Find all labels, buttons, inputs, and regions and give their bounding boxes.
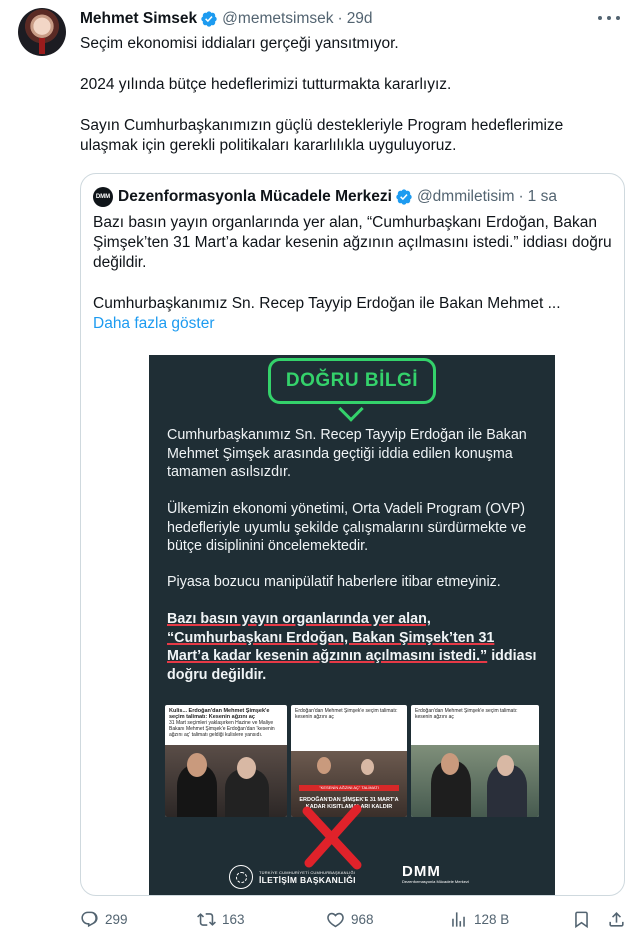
screenshot-text: Erdoğan'dan Mehmet Şimşek'e seçim talima… bbox=[415, 708, 518, 720]
iletisim-baskanligi-logo: TÜRKİYE CUMHURİYETİ CUMHURBAŞKANLIĞI İLE… bbox=[229, 865, 356, 889]
dmm-logo-subtext: Dezenformasyonla Mücadele Merkezi bbox=[402, 879, 469, 884]
tweet-time[interactable]: 29d bbox=[347, 10, 373, 28]
author-avatar[interactable] bbox=[18, 8, 66, 56]
show-more-link[interactable]: Daha fazla göster bbox=[93, 314, 613, 334]
tweet-actions: 299 163 968 128 B bbox=[80, 908, 624, 930]
bookmark-button[interactable] bbox=[572, 908, 597, 930]
tweet: Mehmet Simsek @memetsimsek · 29d Seçim e… bbox=[0, 0, 640, 947]
verified-badge-icon bbox=[395, 188, 413, 206]
news-screenshot: Erdoğan'dan Mehmet Şimşek'e seçim talima… bbox=[411, 705, 539, 817]
logo-small-text: TÜRKİYE CUMHURİYETİ CUMHURBAŞKANLIĞI bbox=[259, 869, 356, 875]
tweet-paragraph: 2024 yılında bütçe hedeflerimizi tutturm… bbox=[80, 76, 452, 93]
author-handle[interactable]: @memetsimsek bbox=[222, 10, 333, 28]
dmm-logo: DMM Dezenformasyonla Mücadele Merkezi bbox=[402, 864, 469, 884]
quoted-tweet[interactable]: DMM Dezenformasyonla Mücadele Merkezi @d… bbox=[80, 173, 625, 896]
reply-icon bbox=[81, 911, 98, 927]
quote-paragraph-text: Cumhurbaşkanımız Sn. Recep Tayyip Erdoğa… bbox=[93, 295, 561, 312]
like-count: 968 bbox=[351, 911, 374, 927]
bookmark-icon bbox=[575, 911, 588, 928]
iletisim-emblem-icon bbox=[229, 865, 253, 889]
tweet-header: Mehmet Simsek @memetsimsek · 29d bbox=[80, 9, 373, 29]
tweet-paragraph: Sayın Cumhurbaşkanımızın güçlü destekler… bbox=[80, 117, 564, 154]
quote-header: DMM Dezenformasyonla Mücadele Merkezi @d… bbox=[93, 187, 557, 207]
quote-paragraph: Bazı basın yayın organlarında yer alan, … bbox=[93, 214, 612, 271]
author-name[interactable]: Mehmet Simsek bbox=[80, 10, 197, 28]
screenshot-photo bbox=[165, 745, 287, 817]
quote-paragraph: Cumhurbaşkanımız Sn. Recep Tayyip Erdoğa… bbox=[93, 294, 613, 334]
share-icon bbox=[609, 911, 624, 927]
screenshot-text: Kulis... Erdoğan'dan Mehmet Şimşek'e seç… bbox=[165, 705, 287, 741]
screenshot-title: Kulis... Erdoğan'dan Mehmet Şimşek'e seç… bbox=[169, 708, 270, 720]
tweet-text: Seçim ekonomisi iddiaları gerçeği yansıt… bbox=[80, 34, 615, 156]
like-button[interactable]: 968 bbox=[326, 908, 374, 930]
claim-underlined: Bazı basın yayın organlarında yer alan, … bbox=[167, 611, 495, 664]
infographic-paragraph: Ülkemizin ekonomi yönetimi, Orta Vadeli … bbox=[167, 501, 527, 554]
logo-large-text: İLETİŞİM BAŞKANLIĞI bbox=[259, 874, 356, 885]
separator-dot: · bbox=[337, 10, 343, 27]
infographic-logos: TÜRKİYE CUMHURİYETİ CUMHURBAŞKANLIĞI İLE… bbox=[149, 855, 555, 895]
quote-author-avatar[interactable]: DMM bbox=[93, 187, 113, 207]
screenshot-photo bbox=[411, 745, 539, 817]
quote-author-name[interactable]: Dezenformasyonla Mücadele Merkezi bbox=[118, 188, 392, 206]
views-chart-icon bbox=[452, 911, 465, 927]
news-screenshots: Kulis... Erdoğan'dan Mehmet Şimşek'e seç… bbox=[165, 705, 539, 817]
infographic-paragraph: Cumhurbaşkanımız Sn. Recep Tayyip Erdoğa… bbox=[167, 427, 527, 480]
share-button[interactable] bbox=[607, 908, 632, 930]
news-screenshot: Erdoğan'dan Mehmet Şimşek'e seçim talima… bbox=[291, 705, 407, 817]
heart-icon bbox=[327, 912, 344, 927]
infographic-claim: Bazı basın yayın organlarında yer alan, … bbox=[167, 610, 539, 684]
separator-dot: · bbox=[518, 188, 524, 205]
reply-button[interactable]: 299 bbox=[80, 908, 128, 930]
verified-badge-icon bbox=[200, 10, 218, 28]
more-options-icon[interactable] bbox=[598, 10, 620, 26]
quote-time[interactable]: 1 sa bbox=[528, 188, 557, 206]
screenshot-red-bar: "KESENİN AĞZINI AÇ" TALİMATI bbox=[299, 785, 399, 791]
views-count: 128 B bbox=[474, 911, 510, 927]
retweet-icon bbox=[197, 912, 216, 926]
quote-text: Bazı basın yayın organlarında yer alan, … bbox=[93, 213, 613, 334]
reply-count: 299 bbox=[105, 911, 128, 927]
news-screenshot: Kulis... Erdoğan'dan Mehmet Şimşek'e seç… bbox=[165, 705, 287, 817]
dmm-logo-text: DMM bbox=[402, 863, 441, 880]
infographic-image[interactable]: DOĞRU BİLGİ Cumhurbaşkanımız Sn. Recep T… bbox=[149, 355, 555, 895]
retweet-count: 163 bbox=[222, 911, 245, 927]
screenshot-text: Erdoğan'dan Mehmet Şimşek'e seçim talima… bbox=[295, 708, 398, 720]
infographic-paragraph: Piyasa bozucu manipülatif haberlere itib… bbox=[167, 574, 501, 590]
quote-author-handle[interactable]: @dmmiletisim bbox=[417, 188, 515, 206]
retweet-button[interactable]: 163 bbox=[197, 908, 245, 930]
views-button[interactable]: 128 B bbox=[449, 908, 509, 930]
screenshot-body: 31 Mart seçimleri yaklaşırken Hazine ve … bbox=[169, 720, 275, 738]
tweet-paragraph: Seçim ekonomisi iddiaları gerçeği yansıt… bbox=[80, 35, 399, 52]
dogru-bilgi-badge: DOĞRU BİLGİ bbox=[268, 358, 436, 404]
